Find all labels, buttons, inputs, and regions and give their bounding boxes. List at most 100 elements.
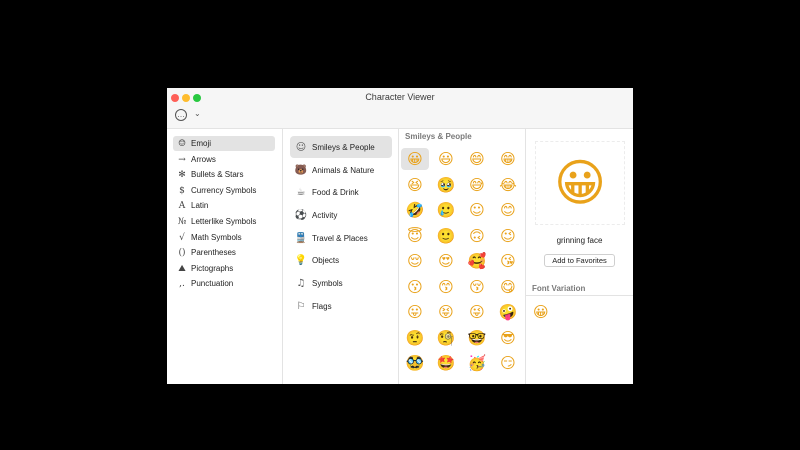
divider [526,295,633,296]
emoji-cell[interactable]: 😋 [494,276,522,298]
character-name: grinning face [556,236,603,245]
emoji-cell[interactable]: 😘 [494,250,522,272]
emoji-cell[interactable]: 😌 [401,250,429,272]
latin-letter-icon: A [178,200,186,211]
emoji-cell[interactable]: 😃 [432,148,460,170]
subcategory-label: Activity [312,210,338,220]
category-latin[interactable]: A Latin [173,198,275,213]
subcategory-symbols[interactable]: ♫ Symbols [290,272,392,294]
subcategory-animals-nature[interactable]: 🐻 Animals & Nature [290,159,392,181]
parentheses-icon: () [178,247,186,258]
category-letterlike-symbols[interactable]: № Letterlike Symbols [173,214,275,229]
subcategory-label: Flags [312,301,332,311]
emoji-grid-panel: Smileys & People 😀 😃 😄 😁 😆 🥹 😅 😂 🤣 🥲 ☺ 😊 😇 🙂 🙃 😉 😌 😍 🥰 😘 😗 😙 😚… [399,129,526,384]
subcategory-food-drink[interactable]: ☕ Food & Drink [290,181,392,203]
emoji-cell[interactable]: 😎 [494,327,522,349]
emoji-cell[interactable]: 😆 [401,174,429,196]
subcategory-activity[interactable]: ⚽ Activity [290,204,392,226]
emoji-cell[interactable]: 😇 [401,225,429,247]
add-to-favorites-button[interactable]: Add to Favorites [544,254,615,267]
chevron-down-icon[interactable]: ⌄ [194,109,201,118]
subcategory-label: Objects [312,255,340,265]
category-parentheses[interactable]: () Parentheses [173,245,275,260]
category-label: Bullets & Stars [191,170,244,179]
emoji-cell[interactable]: 🥳 [463,352,491,374]
emoji-cell[interactable]: 🤨 [401,327,429,349]
emoji-cell[interactable]: 🥸 [401,352,429,374]
emoji-cell[interactable]: 🙃 [463,225,491,247]
emoji-cell[interactable]: 😚 [463,276,491,298]
font-variation-title: Font Variation [532,284,586,293]
category-emoji[interactable]: ☺ Emoji [173,136,275,151]
subcategory-label: Travel & Places [312,233,368,243]
category-label: Letterlike Symbols [191,217,257,226]
action-menu-icon[interactable]: … [175,109,187,121]
emoji-cell[interactable]: ☺ [463,199,491,221]
smiley-icon: ☺ [295,141,307,153]
emoji-cell[interactable]: 😂 [494,174,522,196]
flag-icon: ⚐ [296,300,306,312]
emoji-cell[interactable]: 😝 [432,301,460,323]
emoji-cell[interactable]: 🧐 [432,327,460,349]
emoji-cell[interactable]: 😏 [494,352,522,374]
emoji-cell[interactable]: 😁 [494,148,522,170]
lightbulb-icon: 💡 [294,254,308,266]
ball-icon: ⚽ [294,209,308,221]
category-currency-symbols[interactable]: $ Currency Symbols [173,183,275,198]
emoji-cell[interactable]: 🤪 [494,301,522,323]
category-math-symbols[interactable]: √ Math Symbols [173,230,275,245]
subcategory-label: Food & Drink [312,187,359,197]
train-icon: 🚆 [294,232,308,244]
subcategory-objects[interactable]: 💡 Objects [290,249,392,271]
emoji-cell[interactable]: 😛 [401,301,429,323]
subcategory-label: Smileys & People [312,142,375,152]
category-pictographs[interactable]: ⛰ Pictographs [173,261,275,276]
numero-icon: № [177,216,187,227]
emoji-cell[interactable]: 😅 [463,174,491,196]
category-label: Parentheses [191,248,236,257]
category-sidebar: ☺ Emoji → Arrows ✻ Bullets & Stars $ Currenc… [167,129,283,384]
smiley-icon: ☺ [177,138,187,149]
window-title: Character Viewer [365,92,435,102]
emoji-cell[interactable]: 🥲 [432,199,460,221]
category-label: Punctuation [191,279,234,288]
emoji-cell[interactable]: 🤩 [432,352,460,374]
category-label: Pictographs [191,264,234,273]
category-arrows[interactable]: → Arrows [173,152,275,167]
font-variation-glyph[interactable]: 😀 [533,303,549,321]
emoji-cell[interactable]: 😄 [463,148,491,170]
category-label: Emoji [191,139,212,148]
square-root-icon: √ [179,232,185,243]
mountain-icon: ⛰ [178,263,186,274]
character-viewer-window: Character Viewer … ⌄ ☺ Emoji → Arrows ✻ Bul… [167,88,633,384]
cup-icon: ☕ [296,186,306,198]
emoji-cell[interactable]: 🤓 [463,327,491,349]
title-bar: Character Viewer … ⌄ [167,88,633,129]
emoji-cell[interactable]: 🥰 [463,250,491,272]
arrow-icon: → [178,154,186,165]
emoji-cell[interactable]: 😍 [432,250,460,272]
emoji-cell[interactable]: 😗 [401,276,429,298]
category-label: Arrows [191,155,216,164]
music-note-icon: ♫ [296,277,306,289]
detail-panel: 😀 grinning face Add to Favorites Font Va… [526,129,633,384]
category-label: Currency Symbols [191,186,257,195]
emoji-cell[interactable]: 😙 [432,276,460,298]
emoji-cell[interactable]: 🤣 [401,199,429,221]
emoji-cell[interactable]: 😉 [494,225,522,247]
glyph-preview: 😀 [535,141,625,225]
category-label: Math Symbols [191,233,242,242]
emoji-cell[interactable]: 😜 [463,301,491,323]
emoji-cell[interactable]: 🙂 [432,225,460,247]
subcategory-label: Animals & Nature [312,165,375,175]
emoji-cell[interactable]: 🥹 [432,174,460,196]
dollar-icon: $ [179,185,185,196]
subcategory-smileys-people[interactable]: ☺ Smileys & People [290,136,392,158]
subcategory-flags[interactable]: ⚐ Flags [290,295,392,317]
emoji-cell[interactable]: 😀 [401,148,429,170]
punctuation-icon: ,. [179,278,185,289]
subcategory-travel-places[interactable]: 🚆 Travel & Places [290,227,392,249]
emoji-cell[interactable]: 😊 [494,199,522,221]
category-punctuation[interactable]: ,. Punctuation [173,276,275,291]
category-bullets-stars[interactable]: ✻ Bullets & Stars [173,167,275,182]
